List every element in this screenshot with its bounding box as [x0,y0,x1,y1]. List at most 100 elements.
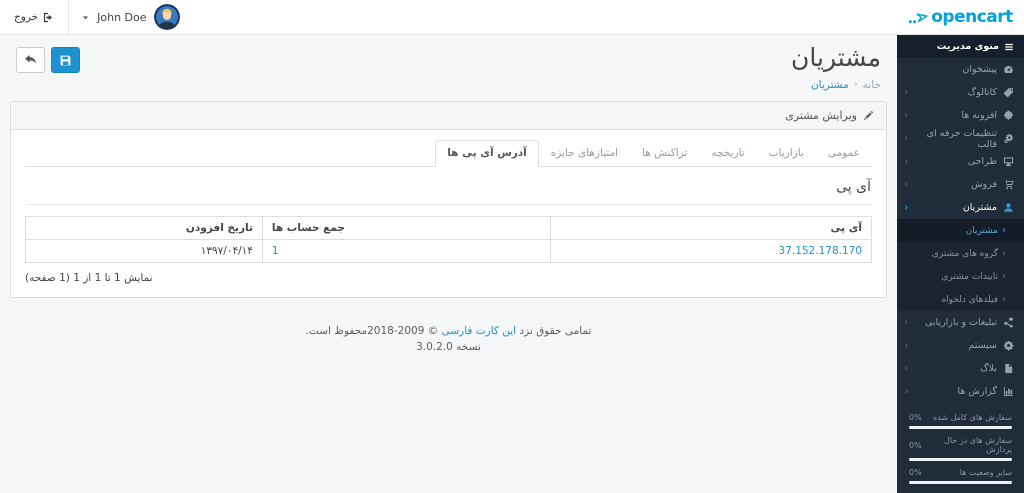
dashboard-icon [1003,64,1014,75]
tab-transactions[interactable]: تراکنش ها [630,140,699,167]
chevron-left-icon: ‹ [1002,248,1006,259]
tab-affiliate[interactable]: بازاریاب [757,140,816,167]
chevron-left-icon: ‹ [904,131,909,145]
submenu-item-customer-groups[interactable]: ‹ گروه های مشتری [897,242,1024,265]
stat-other-statuses: سایر وضعیت ها 0% [909,468,1012,484]
panel-heading-label: ویرایش مشتری [785,108,857,122]
footer-text-pre: تمامی حقوق نزد [519,324,592,337]
sidebar-item-label: طراحی [967,156,997,167]
chevron-left-icon: ‹ [904,154,909,168]
ip-table: آی پی جمع حساب ها تاریخ افزودن 37.152.17… [25,215,873,263]
save-button[interactable] [51,47,80,73]
stat-label: سفارش های در حال پردازش [944,436,1012,454]
sidebar-item-marketing[interactable]: تبلیغات و بازاریابی ‹ [897,311,1024,334]
breadcrumb-home-link[interactable]: خانه [863,79,881,91]
opencart-logo[interactable]: opencart [897,7,1024,27]
ip-tab-pane: آی پی آی پی جمع حساب ها تاریخ افزودن 37.… [25,167,873,284]
breadcrumb-current-link[interactable]: مشتریان [811,79,849,91]
submenu-item-label: فیلدهای دلخواه [941,294,998,305]
sidebar-item-blog[interactable]: بلاگ ‹ [897,357,1024,380]
table-header-row: آی پی جمع حساب ها تاریخ افزودن [25,215,873,240]
ip-address-link[interactable]: 37.152.178.170 [779,245,863,257]
stat-processing-orders: سفارش های در حال پردازش 0% [909,436,1012,461]
submenu-item-label: گروه های مشتری [931,248,998,259]
sidebar-item-label: گزارش ها [957,386,997,397]
logout-button[interactable]: خروج [0,0,68,34]
avatar [153,4,180,30]
footer-copyright-years: © 2009-2018 [367,324,439,337]
submenu-item-customers[interactable]: ‹ مشتریان [897,219,1024,242]
sign-out-icon [44,12,53,22]
topbar: opencart John Doe خروج [0,0,1024,35]
stat-label: سایر وضعیت ها [959,468,1012,477]
main-content: مشتریان خانه ‹ مشتریان ویرایش مشتری عموم… [0,35,897,493]
column-header-total-accounts: جمع حساب ها [261,215,551,240]
submenu-item-custom-fields[interactable]: ‹ فیلدهای دلخواه [897,288,1024,311]
sidebar-item-label: مشتریان [962,202,997,213]
chevron-left-icon: ‹ [904,200,909,214]
chevron-left-icon: ‹ [904,361,909,375]
chevron-left-icon: ‹ [1002,294,1006,305]
user-dropdown[interactable]: John Doe [69,0,191,34]
opencart-admin-app: opencart John Doe خروج منوی مدیریت پیشخو… [0,0,1024,493]
stat-completed-orders: سفارش های کامل شده 0% [909,413,1012,429]
user-icon [1003,202,1014,213]
logo-text: opencart [931,7,1013,27]
caret-down-icon [81,13,90,22]
footer-link[interactable]: این کارت فارسی [442,325,517,337]
back-button[interactable] [16,47,45,73]
sidebar-item-dashboard[interactable]: پیشخوان [897,58,1024,81]
stat-value: 0% [909,413,922,422]
sidebar-item-label: بلاگ [980,363,997,374]
sidebar-menu-header: منوی مدیریت [897,35,1024,58]
tab-general[interactable]: عمومی [816,140,872,167]
total-accounts-link[interactable]: 1 [272,245,279,257]
pencil-icon [864,110,874,120]
sidebar-item-design[interactable]: طراحی ‹ [897,150,1024,173]
sidebar-item-label: افزونه ها [961,110,997,121]
sidebar-item-catalog[interactable]: کاتالوگ ‹ [897,81,1024,104]
tab-bar: عمومی بازاریاب تاریخچه تراکنش ها امتیازه… [25,139,872,167]
sidebar-item-sales[interactable]: فروش ‹ [897,173,1024,196]
edit-customer-panel: ویرایش مشتری عمومی بازاریاب تاریخچه تراک… [10,100,887,298]
tab-reward-points[interactable]: امتیازهای جایزه [539,140,630,167]
submenu-item-customer-approvals[interactable]: ‹ تاییدات مشتری [897,265,1024,288]
breadcrumb: خانه ‹ مشتریان [791,79,881,91]
breadcrumb-separator: ‹ [853,79,858,91]
stat-value: 0% [909,440,922,450]
bars-icon [1005,43,1013,50]
sidebar-item-reports[interactable]: گزارش ها ‹ [897,380,1024,403]
tab-history[interactable]: تاریخچه [699,140,756,167]
gear-icon [1003,340,1014,351]
sidebar: منوی مدیریت پیشخوان کاتالوگ ‹ افزونه ها … [897,35,1024,493]
progress-bar [909,458,1012,461]
reply-back-icon [24,54,37,64]
progress-bar [909,481,1012,484]
display-icon [1003,156,1014,167]
footer: تمامی حقوق نزد این کارت فارسی © 2009-201… [0,323,897,356]
footer-text-post: محفوظ است. [305,324,368,337]
bar-chart-icon [1003,386,1014,397]
column-header-ip: آی پی [549,215,873,240]
cell-ip: 37.152.178.170 [549,238,873,263]
sidebar-item-system[interactable]: سیستم ‹ [897,334,1024,357]
chevron-left-icon: ‹ [904,108,909,122]
cell-total-accounts: 1 [261,238,551,263]
sidebar-item-customers[interactable]: مشتریان ‹ [897,196,1024,219]
tab-ip-addresses[interactable]: آدرس آی پی ها [435,139,539,167]
puzzle-icon [1003,110,1014,121]
ip-section-title: آی پی [26,179,871,205]
stat-label: سفارش های کامل شده [932,413,1012,422]
pagination-results-text: نمایش 1 تا 1 از 1 (1 صفحه) [25,271,153,284]
cart-icon [1003,179,1014,190]
topbar-divider [68,0,70,34]
chevron-left-icon: ‹ [904,85,909,99]
page-title: مشتریان [791,43,881,72]
sidebar-item-theme-settings[interactable]: تنظیمات حرفه ای قالب ‹ [897,127,1024,150]
sidebar-menu-header-label: منوی مدیریت [936,41,999,52]
footer-copyright-line: تمامی حقوق نزد این کارت فارسی © 2009-201… [0,323,897,339]
sidebar-item-extensions[interactable]: افزونه ها ‹ [897,104,1024,127]
chevron-left-icon: ‹ [904,177,909,191]
floppy-save-icon [60,55,71,65]
footer-version: نسخه 3.0.2.0 [416,341,481,354]
